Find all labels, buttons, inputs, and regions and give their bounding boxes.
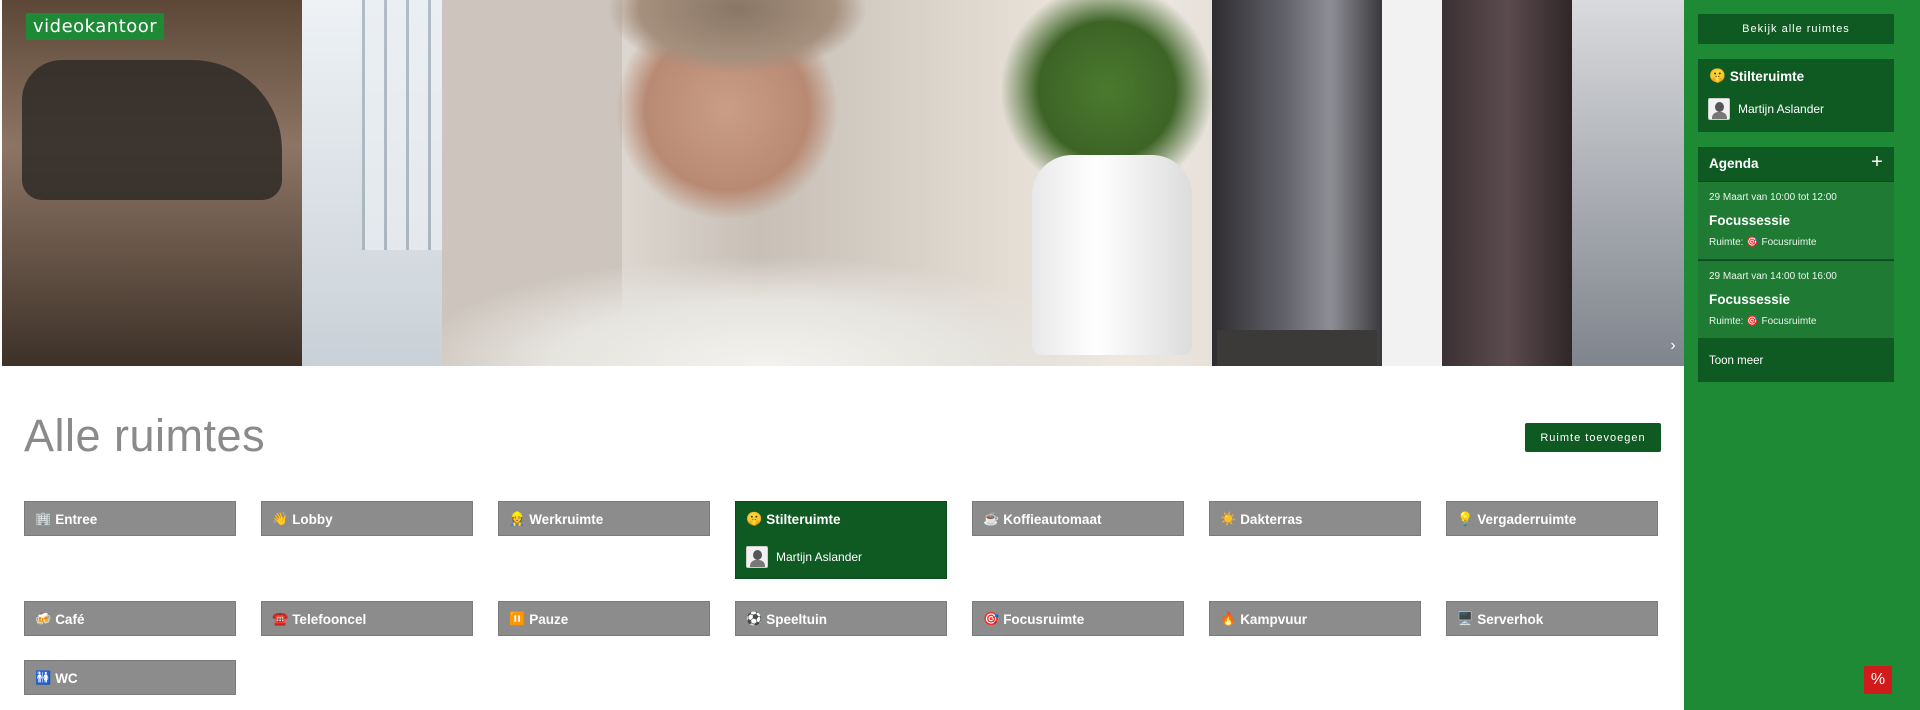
sun-icon: ☀️ [1220,511,1237,526]
room-name: Speeltuin [766,611,827,627]
avatar [1708,98,1730,120]
member-name: Martijn Aslander [1738,102,1825,116]
current-room-card[interactable]: 🤫 Stilteruimte Martijn Aslander [1698,59,1894,132]
current-room-name: Stilteruimte [1729,68,1805,84]
shushing-face-icon: 🤫 [1709,68,1726,83]
page-title: Alle ruimtes [24,410,266,461]
pause-icon: ⏸️ [509,611,526,626]
shushing-face-icon: 🤫 [746,511,763,526]
waving-hand-icon: 👋 [272,511,289,526]
construction-worker-icon: 👷 [509,511,526,526]
restroom-icon: 🚻 [35,670,52,685]
room-tile-stilteruimte[interactable]: 🤫 Stilteruimte Martijn Aslander [735,501,947,579]
agenda-panel: Agenda + 29 Maart van 10:00 tot 12:00 Fo… [1698,147,1894,382]
room-name: WC [55,670,78,686]
agenda-item-room: Ruimte: 🎯 Focusruimte [1709,237,1817,248]
room-tile-dakterras[interactable]: ☀️ Dakterras [1209,501,1421,536]
agenda-item[interactable]: 29 Maart van 14:00 tot 16:00 Focussessie… [1698,260,1894,338]
room-tile-vergaderruimte[interactable]: 💡 Vergaderruimte [1446,501,1658,536]
room-name: Werkruimte [529,511,604,527]
telephone-icon: ☎️ [272,611,289,626]
room-tile-lobby[interactable]: 👋 Lobby [261,501,473,536]
room-tile-werkruimte[interactable]: 👷 Werkruimte [498,501,710,536]
avatar [746,546,768,568]
video-feed: videokantoor › [2,0,1684,366]
room-name: Café [55,611,85,627]
room-name: Pauze [529,611,569,627]
room-name: Dakterras [1240,511,1303,527]
room-member[interactable]: Martijn Aslander [746,546,862,568]
view-all-rooms-button[interactable]: Bekijk alle ruimtes [1698,14,1894,44]
main-area: videokantoor › Alle ruimtes Ruimte toevo… [0,0,1684,710]
agenda-item[interactable]: 29 Maart van 10:00 tot 12:00 Focussessie… [1698,181,1894,259]
agenda-item-time: 29 Maart van 10:00 tot 12:00 [1709,192,1837,203]
agenda-item-time: 29 Maart van 14:00 tot 16:00 [1709,271,1837,282]
room-tile-focusruimte[interactable]: 🎯 Focusruimte [972,601,1184,636]
room-name: Kampvuur [1240,611,1307,627]
coffee-icon: ☕ [983,511,1000,526]
current-room-member[interactable]: Martijn Aslander [1708,98,1824,120]
room-tile-speeltuin[interactable]: ⚽ Speeltuin [735,601,947,636]
soccer-ball-icon: ⚽ [746,611,763,626]
room-name: Lobby [292,511,333,527]
room-name: Entree [55,511,98,527]
room-tile-kampvuur[interactable]: 🔥 Kampvuur [1209,601,1421,636]
target-icon: 🎯 [983,611,1000,626]
light-bulb-icon: 💡 [1457,511,1474,526]
agenda-item-name: Focussessie [1709,213,1791,228]
fire-icon: 🔥 [1220,611,1237,626]
room-name: Serverhok [1477,611,1544,627]
room-name: Stilteruimte [766,511,841,527]
show-more-link[interactable]: Toon meer [1709,355,1763,367]
room-name: Vergaderruimte [1477,511,1577,527]
brand-logo: videokantoor [26,13,165,40]
room-tile-pauze[interactable]: ⏸️ Pauze [498,601,710,636]
agenda-item-name: Focussessie [1709,292,1791,307]
room-name: Koffieautomaat [1003,511,1102,527]
plus-icon[interactable]: + [1866,151,1888,173]
member-name: Martijn Aslander [776,550,863,564]
office-building-icon: 🏢 [35,511,52,526]
agenda-item-room: Ruimte: 🎯 Focusruimte [1709,316,1817,327]
room-tile-wc[interactable]: 🚻 WC [24,660,236,695]
target-icon: 🎯 [1746,237,1759,248]
room-tile-cafe[interactable]: 🍻 Café [24,601,236,636]
sidebar: Bekijk alle ruimtes 🤫 Stilteruimte Marti… [1684,0,1920,710]
agenda-title: Agenda [1709,156,1759,171]
room-tile-telefooncel[interactable]: ☎️ Telefooncel [261,601,473,636]
desktop-computer-icon: 🖥️ [1457,611,1474,626]
percent-icon[interactable]: % [1864,666,1892,694]
agenda-header: Agenda + [1698,147,1894,181]
room-tile-entree[interactable]: 🏢 Entree [24,501,236,536]
room-name: Focusruimte [1003,611,1085,627]
room-tile-serverhok[interactable]: 🖥️ Serverhok [1446,601,1658,636]
chevron-right-icon[interactable]: › [1666,336,1680,356]
beer-mugs-icon: 🍻 [35,611,52,626]
room-tile-koffieautomaat[interactable]: ☕ Koffieautomaat [972,501,1184,536]
target-icon: 🎯 [1746,316,1759,327]
add-room-button[interactable]: Ruimte toevoegen [1525,423,1661,452]
current-room-title: 🤫 Stilteruimte [1709,68,1804,84]
room-name: Telefooncel [292,611,367,627]
